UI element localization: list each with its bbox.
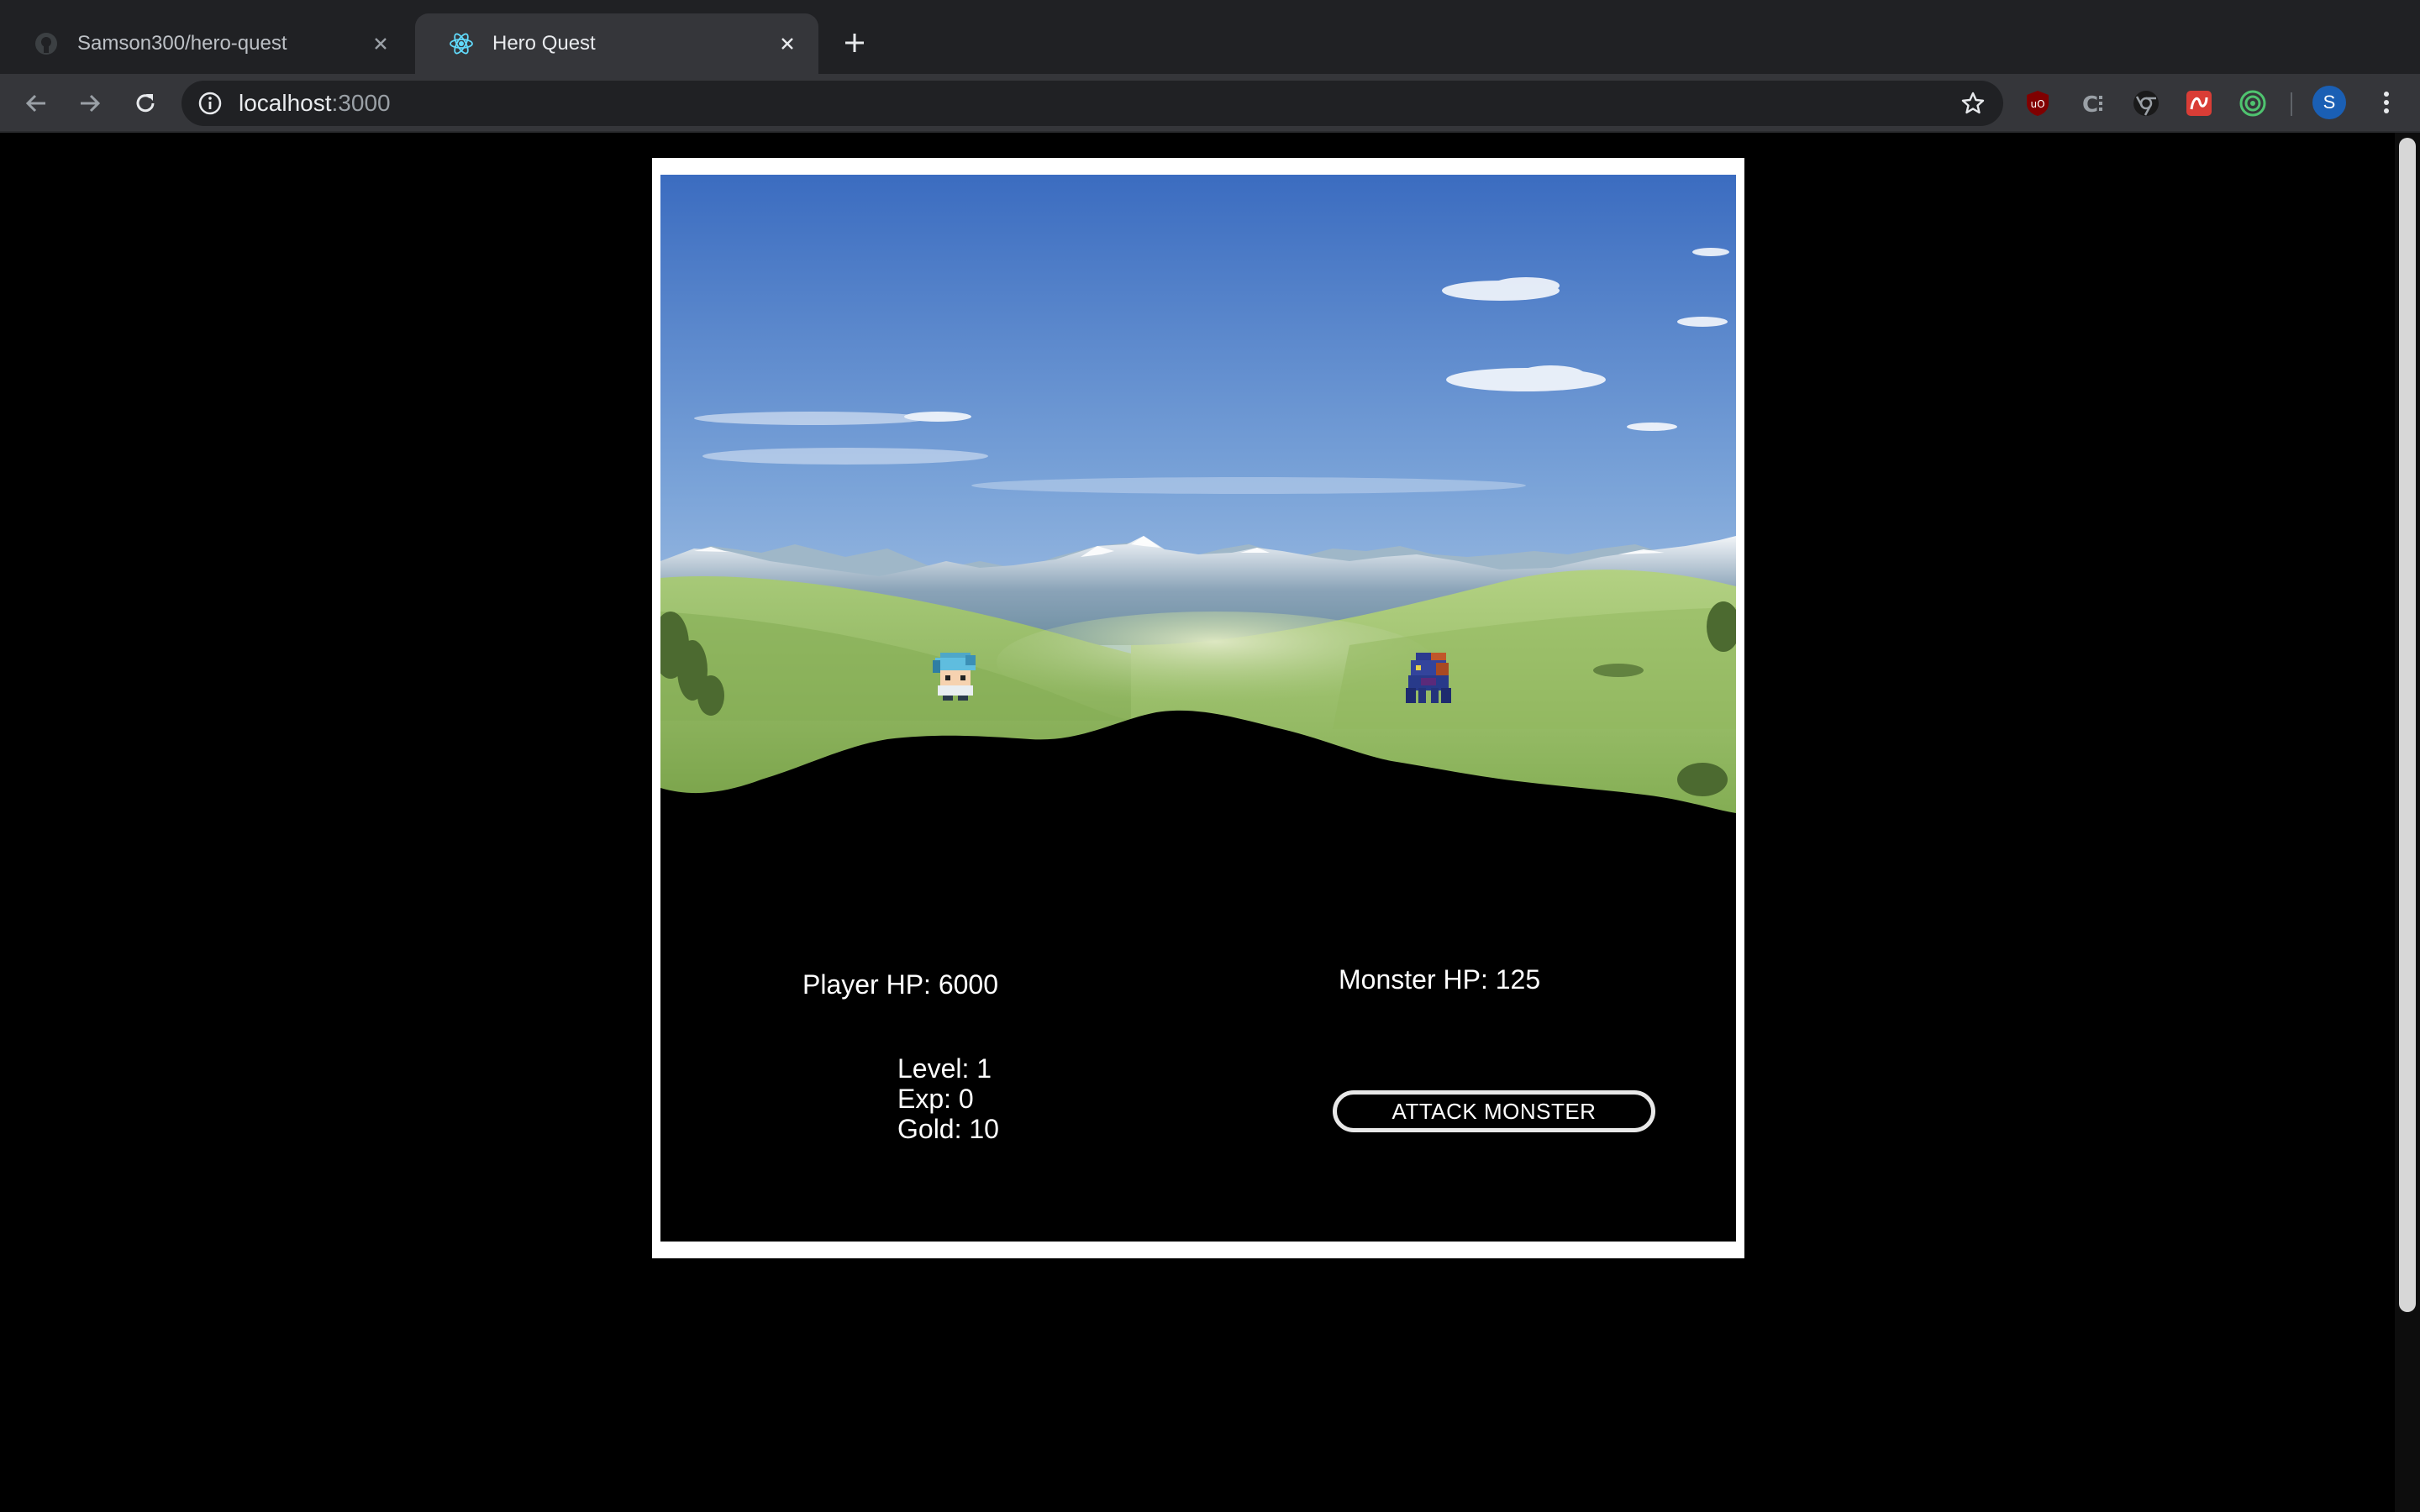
game-screen: Player HP: 6000 Monster HP: 125 Level: 1…: [660, 175, 1736, 1242]
ublock-origin-icon[interactable]: uO: [2022, 87, 2054, 119]
tab-github[interactable]: Samson300/hero-quest: [0, 13, 412, 74]
close-icon[interactable]: [775, 31, 800, 56]
browser-toolbar: localhost:3000 uO C S: [0, 74, 2420, 133]
monster-hp-label: Monster HP: 125: [1339, 964, 1541, 995]
attack-monster-button[interactable]: ATTACK MONSTER: [1333, 1090, 1655, 1132]
tab-hero-quest[interactable]: Hero Quest: [415, 13, 818, 74]
graffiti-app-icon[interactable]: [2183, 87, 2215, 119]
player-stats: Level: 1 Exp: 0 Gold: 10: [897, 1053, 999, 1144]
bookmark-star-icon[interactable]: [1960, 90, 1986, 117]
url-port: :3000: [331, 90, 391, 116]
tab-strip: Samson300/hero-quest Hero Quest: [0, 0, 2420, 74]
scrollbar[interactable]: [2395, 133, 2420, 1512]
exp-label: Exp: 0: [897, 1084, 974, 1114]
url-host: localhost: [239, 90, 332, 116]
browser-menu-button[interactable]: [2370, 86, 2403, 119]
toolbar-separator: [2291, 92, 2292, 116]
player-sprite: [933, 653, 976, 701]
gold-label: Gold: 10: [897, 1114, 999, 1144]
level-label: Level: 1: [897, 1053, 992, 1084]
game-frame: Player HP: 6000 Monster HP: 125 Level: 1…: [652, 158, 1744, 1258]
react-icon: [447, 29, 476, 58]
clearbit-connect-icon[interactable]: C: [2077, 87, 2109, 119]
info-icon[interactable]: [197, 90, 224, 117]
reload-button[interactable]: [124, 82, 166, 124]
tab-title: Samson300/hero-quest: [77, 32, 287, 55]
page-viewport: Player HP: 6000 Monster HP: 125 Level: 1…: [0, 133, 2420, 1512]
profile-avatar[interactable]: S: [2312, 86, 2346, 119]
arrow-left-icon: [25, 94, 45, 113]
forward-button[interactable]: [69, 82, 111, 124]
back-button[interactable]: [15, 82, 57, 124]
url-text: localhost:3000: [239, 81, 391, 126]
reload-icon: [136, 94, 155, 113]
more-vert-icon: [2384, 92, 2389, 113]
target-ring-icon[interactable]: [2237, 87, 2269, 119]
player-hp-label: Player HP: 6000: [802, 969, 999, 1000]
close-icon[interactable]: [368, 31, 393, 56]
arrow-right-icon: [81, 94, 101, 113]
chromatic-icon[interactable]: [2130, 87, 2162, 119]
scrollbar-thumb[interactable]: [2399, 138, 2416, 1312]
tab-title: Hero Quest: [492, 32, 596, 55]
plus-icon: [845, 34, 864, 52]
svg-text:uO: uO: [2030, 98, 2044, 110]
new-tab-button[interactable]: [835, 24, 874, 62]
svg-text:C: C: [2082, 92, 2098, 118]
monster-sprite: [1406, 653, 1451, 703]
github-icon: [32, 29, 60, 58]
battle-background: [660, 175, 1736, 864]
address-bar[interactable]: localhost:3000: [182, 81, 2003, 126]
